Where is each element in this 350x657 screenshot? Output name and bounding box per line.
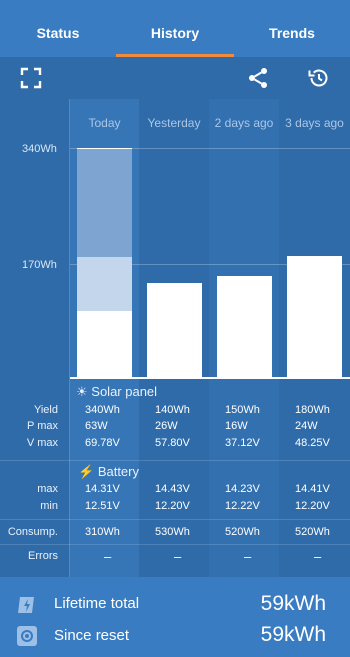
axis-divider: [69, 99, 70, 577]
table-cell: 57.80V: [155, 437, 190, 449]
row-label-min: min: [40, 500, 58, 512]
table-cell: 14.31V: [85, 483, 120, 495]
row-label-errors: Errors: [28, 550, 58, 562]
divider: [0, 544, 350, 545]
bar-today-segment: [77, 309, 132, 377]
divider: [0, 519, 350, 520]
toolbar: [0, 57, 350, 99]
fullscreen-icon[interactable]: [19, 66, 43, 90]
table-cell: –: [244, 549, 252, 564]
category-label[interactable]: Today: [70, 116, 139, 130]
table-cell: 14.43V: [155, 483, 190, 495]
table-cell: 14.23V: [225, 483, 260, 495]
table-cell: 24W: [295, 420, 318, 432]
y-tick-label: 340Wh: [22, 143, 57, 155]
table-cell: 12.20V: [155, 500, 190, 512]
table-cell: 310Wh: [85, 526, 120, 538]
table-cell: 180Wh: [295, 404, 330, 416]
chart-baseline: [70, 377, 350, 379]
totals-footer: Lifetime total 59kWh Since reset 59kWh: [0, 577, 350, 657]
sun-icon: ☀: [76, 384, 88, 399]
table-cell: 530Wh: [155, 526, 190, 538]
lifetime-total-value: 59kWh: [260, 592, 326, 615]
tab-history[interactable]: History: [116, 0, 234, 57]
bar: [147, 282, 202, 377]
table-cell: 48.25V: [295, 437, 330, 449]
table-cell: 12.22V: [225, 500, 260, 512]
bar: [287, 255, 342, 377]
table-cell: 63W: [85, 420, 108, 432]
share-icon[interactable]: [246, 66, 270, 90]
category-label[interactable]: Yesterday: [139, 116, 209, 130]
since-reset-value: 59kWh: [260, 623, 326, 646]
row-label-pmax: P max: [27, 420, 58, 432]
history-icon[interactable]: [307, 66, 331, 90]
category-label[interactable]: 2 days ago: [209, 116, 279, 130]
table-cell: 69.78V: [85, 437, 120, 449]
table-cell: 37.12V: [225, 437, 260, 449]
row-label-max: max: [37, 483, 58, 495]
table-cell: –: [174, 549, 182, 564]
divider: [0, 460, 350, 461]
row-label-consumption: Consump.: [7, 526, 58, 538]
bar-today-segment: [77, 255, 132, 311]
tab-status[interactable]: Status: [0, 0, 116, 57]
lifetime-total-label: Lifetime total: [54, 595, 140, 612]
battery-header: ⚡ Battery: [78, 464, 139, 480]
table-cell: –: [104, 549, 112, 564]
table-cell: –: [314, 549, 322, 564]
category-label[interactable]: 3 days ago: [279, 116, 350, 130]
row-label-yield: Yield: [33, 404, 58, 416]
solar-panel-header: ☀ Solar panel: [76, 384, 157, 400]
y-tick-label: 170Wh: [22, 259, 57, 271]
lightning-icon: ⚡: [78, 464, 95, 479]
row-label-vmax: V max: [26, 437, 58, 449]
table-cell: 16W: [225, 420, 248, 432]
bar-today-segment: [77, 148, 132, 257]
reset-icon: [17, 626, 37, 646]
table-cell: 14.41V: [295, 483, 330, 495]
table-cell: 12.20V: [295, 500, 330, 512]
solar-panel-title: Solar panel: [91, 384, 158, 399]
table-cell: 26W: [155, 420, 178, 432]
since-reset-label: Since reset: [54, 627, 130, 644]
table-cell: 12.51V: [85, 500, 120, 512]
tab-trends[interactable]: Trends: [234, 0, 350, 57]
table-cell: 520Wh: [295, 526, 330, 538]
table-cell: 150Wh: [225, 404, 260, 416]
tab-bar: Status History Trends: [0, 0, 350, 57]
table-cell: 520Wh: [225, 526, 260, 538]
solar-bolt-icon: [18, 597, 34, 613]
table-cell: 140Wh: [155, 404, 190, 416]
bar: [217, 275, 272, 377]
battery-title: Battery: [97, 464, 139, 479]
table-cell: 340Wh: [85, 404, 120, 416]
